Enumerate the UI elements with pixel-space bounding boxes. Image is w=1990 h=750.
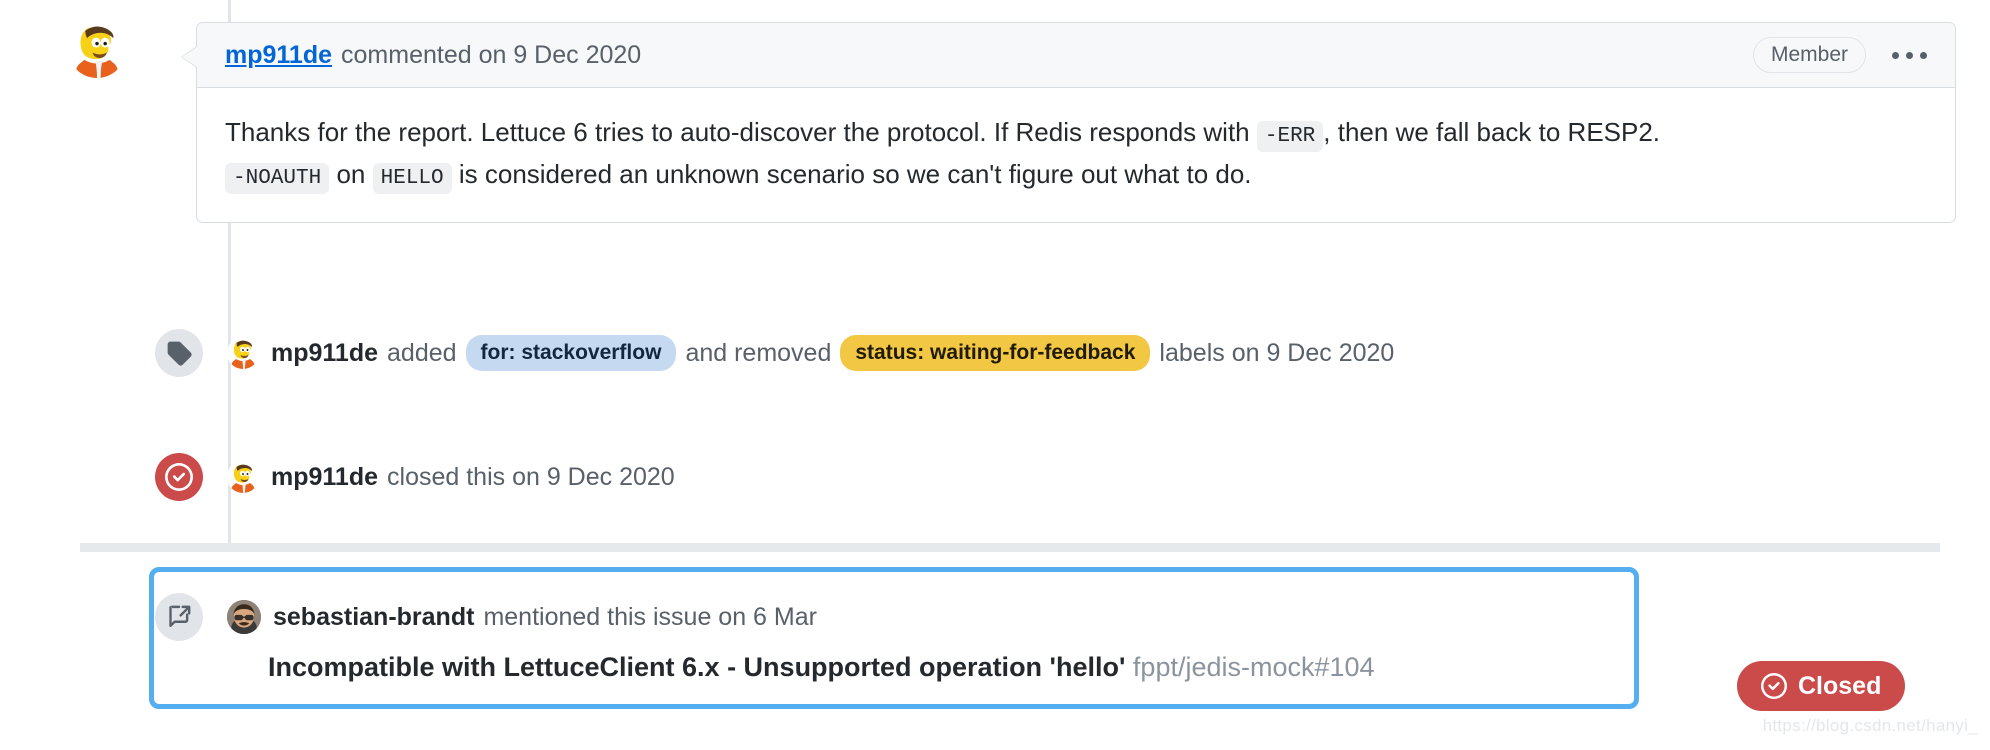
inline-code-hello: HELLO — [372, 162, 452, 194]
event-avatar[interactable] — [227, 337, 259, 369]
comment-text-4: is considered an unknown scenario so we … — [458, 158, 1252, 189]
timeline-event-labeled-text: mp911de added for: stackoverflow and rem… — [227, 334, 1395, 372]
avatar[interactable] — [68, 20, 126, 78]
timeline-event-mentioned-text: sebastian-brandt mentioned this issue on… — [227, 600, 817, 634]
issue-closed-icon — [155, 453, 203, 501]
event-labeled-suffix: labels on 9 Dec 2020 — [1159, 338, 1395, 367]
timeline-divider — [80, 543, 1940, 552]
timeline-event-closed: mp911de closed this on 9 Dec 2020 — [155, 453, 675, 501]
timeline-event-mentioned: sebastian-brandt mentioned this issue on… — [155, 593, 817, 641]
comment-timestamp: commented on 9 Dec 2020 — [341, 40, 642, 69]
tag-glyph — [167, 341, 192, 366]
event-actor-link[interactable]: mp911de — [271, 339, 378, 368]
mention-text: mentioned this issue on 6 Mar — [483, 602, 817, 631]
avatar-image — [68, 20, 126, 78]
cross-reference-icon — [155, 593, 203, 641]
comment-author-link[interactable]: mp911de — [225, 41, 332, 70]
mention-avatar-image — [227, 600, 261, 634]
issue-closed-glyph — [165, 463, 193, 491]
mentioned-issue-title[interactable]: Incompatible with LettuceClient 6.x - Un… — [268, 652, 1125, 682]
comment-text-3: on — [336, 158, 366, 189]
label-for-stackoverflow[interactable]: for: stackoverflow — [465, 334, 677, 372]
mentioned-issue-repo-ref[interactable]: fppt/jedis-mock#104 — [1133, 652, 1375, 682]
tag-icon — [155, 329, 203, 377]
comment-body: Thanks for the report. Lettuce 6 tries t… — [197, 88, 1955, 222]
event-verb-added: added — [387, 338, 457, 367]
status-badge-label: Closed — [1798, 671, 1882, 700]
speech-bubble-arrow — [181, 46, 197, 68]
cross-reference-glyph — [169, 605, 191, 628]
member-badge[interactable]: Member — [1752, 37, 1866, 73]
mention-avatar[interactable] — [227, 600, 261, 634]
comment-card: mp911de commented on 9 Dec 2020 Member T… — [181, 22, 1956, 223]
status-badge-closed[interactable]: Closed — [1737, 661, 1906, 711]
comment-text-2: , then we fall back to RESP2. — [1323, 117, 1661, 147]
comment-paragraph-line-2: -NOAUTH on HELLO is considered an unknow… — [225, 154, 1927, 196]
event-avatar-image — [227, 461, 259, 493]
watermark: https://blog.csdn.net/hanyi_ — [1762, 716, 1978, 735]
event-actor-link[interactable]: mp911de — [271, 463, 378, 492]
event-closed-text: closed this on 9 Dec 2020 — [387, 462, 675, 491]
mention-actor-link[interactable]: sebastian-brandt — [273, 603, 474, 632]
label-status-waiting-for-feedback[interactable]: status: waiting-for-feedback — [840, 334, 1151, 372]
comment-text-1: Thanks for the report. Lettuce 6 tries t… — [225, 117, 1250, 147]
inline-code-err: -ERR — [1256, 121, 1324, 152]
mentioned-issue-title-row: Incompatible with LettuceClient 6.x - Un… — [268, 652, 1375, 683]
comment-header-actions: Member — [1752, 37, 1933, 73]
event-avatar-image — [227, 337, 259, 369]
timeline-event-labeled: mp911de added for: stackoverflow and rem… — [155, 329, 1395, 377]
timeline-event-closed-text: mp911de closed this on 9 Dec 2020 — [227, 461, 675, 493]
kebab-horizontal-icon[interactable] — [1886, 44, 1933, 67]
comment-paragraph-line-1: Thanks for the report. Lettuce 6 tries t… — [225, 112, 1927, 154]
inline-code-noauth: -NOAUTH — [225, 162, 330, 194]
issue-closed-icon — [1761, 673, 1787, 699]
comment-header: mp911de commented on 9 Dec 2020 Member — [181, 23, 1955, 88]
event-verb-removed: and removed — [685, 338, 832, 367]
event-avatar[interactable] — [227, 461, 259, 493]
